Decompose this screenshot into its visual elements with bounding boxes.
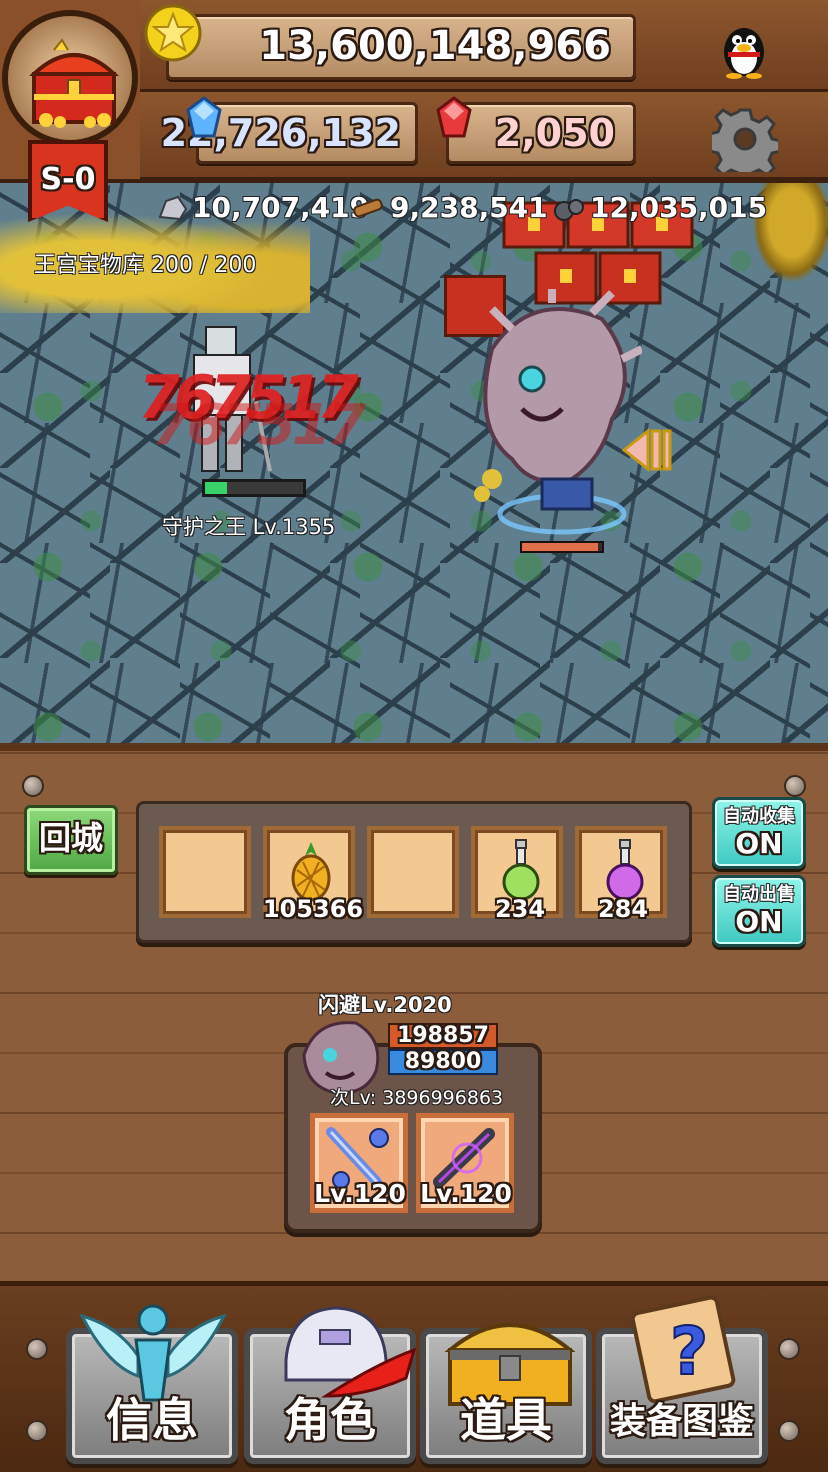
screw: [26, 1338, 48, 1360]
auto-sell-state: ON: [735, 905, 783, 938]
next-level-exp: 次Lv: 3896996863: [330, 1087, 504, 1109]
question-book-icon: ?: [630, 1295, 736, 1404]
control-panel: 回城 105366 234 284 自动收集 ON 自动出售 ON 闪避Lv.2…: [0, 743, 828, 1472]
red-gem-counter: 2,050: [446, 102, 636, 164]
stage-badge-text: S-0: [40, 162, 96, 197]
treasure-emblem[interactable]: [2, 10, 138, 146]
screw: [22, 775, 44, 797]
treasury-label: 王宫宝物库 200 / 200: [34, 253, 257, 278]
bottom-nav: 信息 角色 道具 ? 装备图鉴: [0, 1281, 828, 1472]
auto-collect-label: 自动收集: [723, 806, 795, 827]
auto-sell-label: 自动出售: [723, 884, 795, 905]
pineapple-icon: [291, 842, 331, 902]
green-potion-icon: [502, 839, 540, 901]
screw: [778, 1420, 800, 1442]
screw: [784, 775, 806, 797]
iron-ore-value: 12,035,015: [590, 191, 768, 224]
item-slot-3[interactable]: [367, 826, 459, 918]
mp-value: 89800: [404, 1049, 482, 1074]
gear-icon[interactable]: [707, 106, 783, 184]
enemy-hp-bar: [202, 479, 306, 497]
gold-star-coin-icon: [144, 4, 202, 62]
screw: [26, 1420, 48, 1442]
iron-ore-icon: [552, 197, 586, 221]
nav-items-button[interactable]: 道具: [420, 1323, 592, 1464]
item-count-5: 284: [597, 895, 649, 923]
player-hp-fill: [522, 543, 598, 551]
silver-ore-icon: [156, 195, 188, 221]
auto-collect-toggle[interactable]: 自动收集 ON: [712, 797, 806, 869]
hp-bar: 198857: [388, 1023, 498, 1049]
nav-codex-button[interactable]: ? 装备图鉴: [596, 1295, 768, 1464]
nav-info-button[interactable]: 信息: [66, 1304, 238, 1464]
red-crystal-icon: [436, 96, 472, 140]
silver-ore-value: 10,707,419: [192, 191, 370, 224]
damage-number-echo: 767517: [152, 393, 366, 458]
player-beast-sprite: [452, 289, 644, 539]
blue-gem-counter: 22,726,132: [161, 102, 418, 164]
wood-log-icon: [352, 195, 386, 221]
auto-sell-toggle[interactable]: 自动出售 ON: [712, 875, 806, 947]
screw: [778, 1338, 800, 1360]
top-hud: 13,600,148,966 22,726,132 2,050 S-0: [0, 0, 828, 222]
enemy-hp-fill: [205, 482, 227, 494]
svg-text:?: ?: [670, 1313, 708, 1390]
battle-field[interactable]: 10,707,419 9,238,541 12,035,015 王宫宝物库 20…: [0, 183, 828, 743]
weapon-2-level: Lv.120: [420, 1179, 512, 1208]
gold-counter: 13,600,148,966: [166, 14, 636, 80]
red-gem-value: 2,050: [494, 111, 615, 155]
item-count-2: 105366: [262, 895, 364, 923]
blue-crystal-icon: [186, 96, 222, 140]
wood-value: 9,238,541: [390, 191, 548, 224]
nav-info-label: 信息: [106, 1393, 198, 1447]
purple-potion-icon: [606, 839, 644, 901]
nav-codex-label: 装备图鉴: [609, 1401, 754, 1442]
hp-value: 198857: [397, 1023, 489, 1048]
weapon-1-level: Lv.120: [314, 1179, 406, 1208]
auto-collect-state: ON: [735, 827, 783, 860]
item-slot-1[interactable]: [159, 826, 251, 918]
return-to-town-button[interactable]: 回城: [24, 805, 118, 875]
treasure-chest-icon: [24, 36, 124, 132]
player-hp-bar: [520, 541, 604, 553]
penguin-icon[interactable]: [716, 18, 772, 80]
gold-value: 13,600,148,966: [259, 23, 611, 69]
mp-bar: 89800: [388, 1049, 498, 1075]
retreat-arrow-icon[interactable]: [620, 427, 672, 473]
nav-character-button[interactable]: 角色: [244, 1306, 416, 1464]
nav-items-label: 道具: [460, 1393, 552, 1447]
nav-character-label: 角色: [284, 1393, 376, 1447]
enemy-name: 守护之王 Lv.1355: [162, 515, 336, 539]
